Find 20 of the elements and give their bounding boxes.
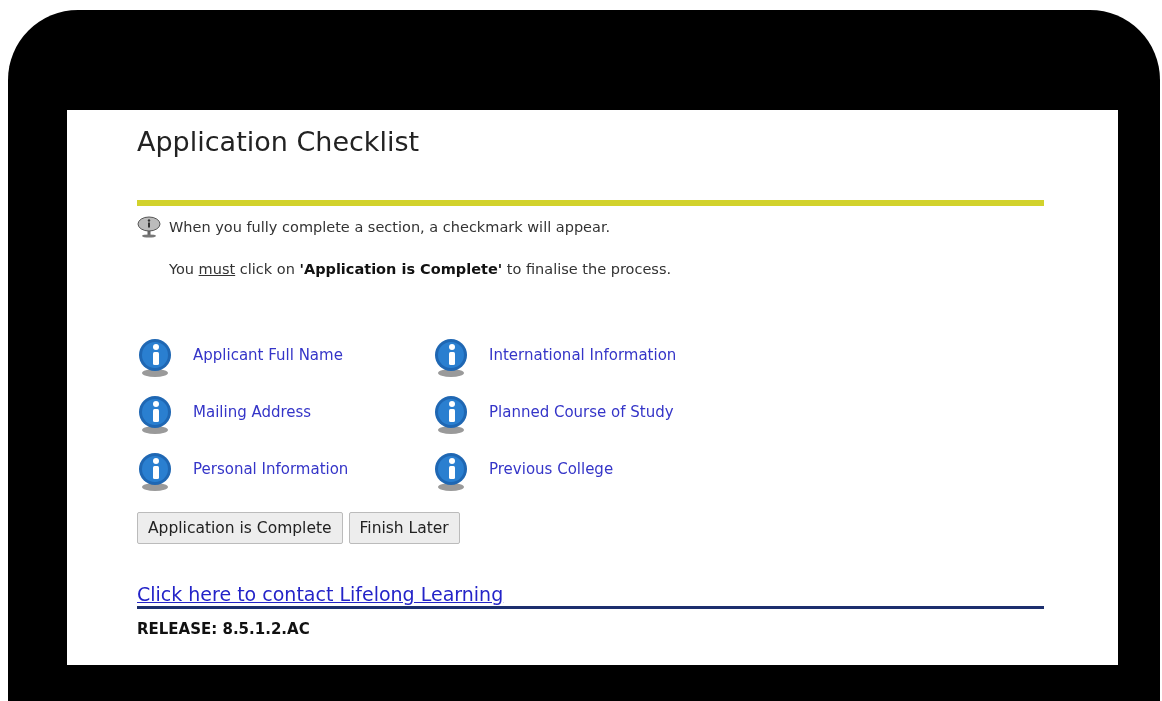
instruction-text: When you fully complete a section, a checkmark will appear. <box>169 219 611 235</box>
action-button[interactable]: Application is Complete <box>137 512 343 544</box>
section-link[interactable]: Mailing Address <box>193 403 312 421</box>
action-button[interactable]: Finish Later <box>348 512 460 544</box>
section-link[interactable]: Previous College <box>489 460 614 478</box>
info-icon <box>137 452 173 492</box>
release-label: RELEASE: 8.5.1.2.AC <box>137 620 311 638</box>
instruction-text: You must click on 'Application is Complete' to finalise the process. <box>169 261 672 277</box>
section-link[interactable]: Personal Information <box>193 460 349 478</box>
contact-link[interactable]: Click here to contact Lifelong Learning <box>137 583 504 605</box>
page-title: Application Checklist <box>137 125 421 159</box>
info-icon <box>137 216 161 238</box>
section-link[interactable]: International Information <box>489 346 677 364</box>
info-icon <box>137 395 173 435</box>
info-icon <box>433 338 469 378</box>
info-icon <box>137 338 173 378</box>
section-link[interactable]: Applicant Full Name <box>193 346 343 364</box>
section-link[interactable]: Planned Course of Study <box>489 403 674 421</box>
info-icon <box>433 452 469 492</box>
info-icon <box>433 395 469 435</box>
